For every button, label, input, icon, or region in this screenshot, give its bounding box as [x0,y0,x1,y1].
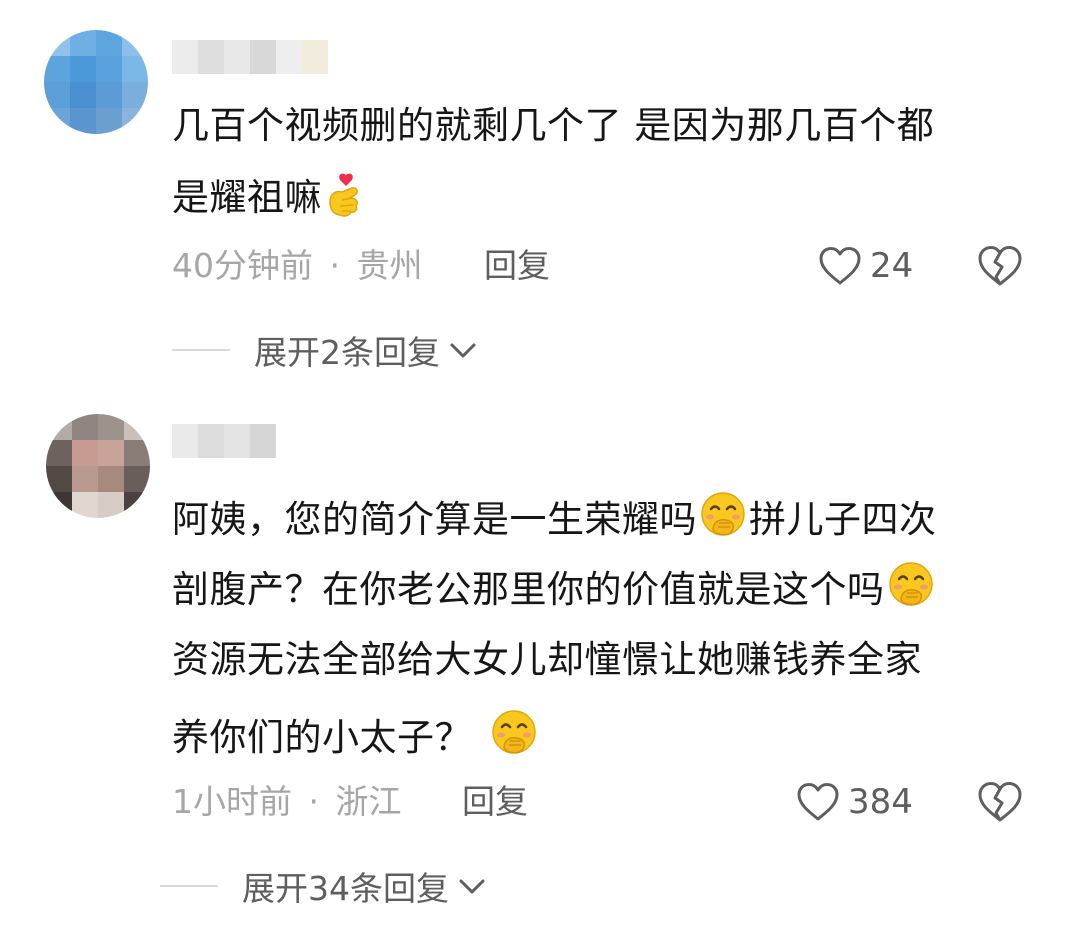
comment-location: 浙江 [335,782,402,821]
comment-text-line: 是耀祖嘛 [172,172,370,220]
comment-text-line: 养你们的小太子？ [172,708,538,760]
meta-separator: · [329,246,341,285]
username-blurred[interactable] [172,424,276,458]
meta-separator: · [308,782,320,821]
like-button[interactable]: 384 [796,780,913,824]
comment-meta: 1小时前 · 浙江 [172,782,402,822]
comment-text-line: 阿姨，您的简介算是一生荣耀吗 拼儿子四次 [172,490,937,542]
chevron-down-icon [459,879,485,894]
broken-heart-icon[interactable] [976,244,1024,288]
avatar[interactable] [46,414,150,518]
expand-replies-button[interactable]: 展开34条回复 [160,866,487,908]
divider-line [160,885,218,887]
expand-replies-button[interactable]: 展开2条回复 [172,330,478,372]
comment-location: 贵州 [356,246,423,285]
heart-outline-icon [819,247,861,285]
reply-button[interactable]: 回复 [462,782,528,822]
divider-line [172,349,230,351]
comment-text-line: 几百个视频删的就剩几个了 是因为那几百个都 [172,104,935,147]
like-count: 24 [870,246,914,286]
hand-over-mouth-emoji [492,710,536,754]
comment-text-fragment: 养你们的小太子？ [172,716,472,759]
heart-outline-icon [797,783,839,821]
avatar[interactable] [44,30,148,134]
expand-replies-label: 展开34条回复 [242,869,449,908]
reply-button[interactable]: 回复 [484,246,550,286]
comment-time: 1小时前 [172,782,292,821]
expand-replies-label: 展开2条回复 [254,333,440,372]
broken-heart-icon[interactable] [976,780,1024,824]
chevron-down-icon [450,343,476,358]
hand-over-mouth-emoji [888,562,933,606]
username-blurred[interactable] [172,40,328,74]
comment-text-line: 剖腹产？在你老公那里你的价值就是这个吗 [172,560,935,612]
hand-over-mouth-emoji [701,492,745,536]
comment-meta: 40分钟前 · 贵州 [172,246,423,286]
comment-text-fragment: 是耀祖嘛 [172,176,322,219]
like-count: 384 [848,782,913,822]
finger-heart-emoji [329,173,358,217]
comment-text-fragment: 剖腹产？在你老公那里你的价值就是这个吗 [172,568,885,611]
comment-text-fragment: 阿姨，您的简介算是一生荣耀吗 [172,498,697,541]
like-button[interactable]: 24 [818,244,913,288]
comment-time: 40分钟前 [172,246,313,285]
comment-text-fragment: 拼儿子四次 [749,498,937,541]
comment-text-line: 资源无法全部给大女儿却憧憬让她赚钱养全家 [172,638,922,681]
